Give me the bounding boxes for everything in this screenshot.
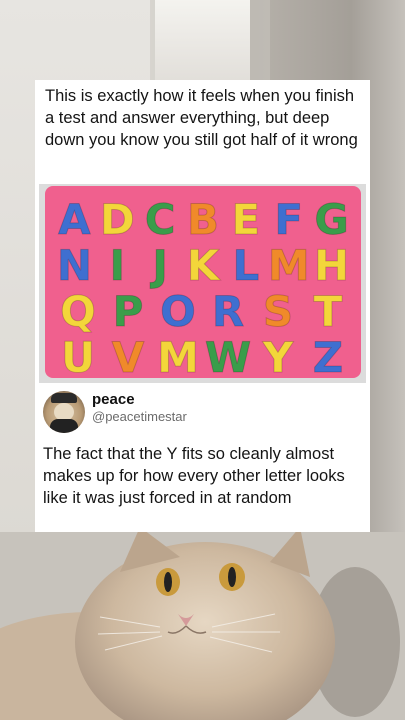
cat-photo bbox=[0, 532, 405, 720]
puzzle-letter-b: B bbox=[187, 195, 219, 244]
background-window bbox=[155, 0, 250, 80]
puzzle-letter-z: Z bbox=[313, 333, 343, 382]
puzzle-image: ADCBEFGNIJKLMHQPORSTUVMWYZ bbox=[35, 180, 370, 387]
puzzle-letter-y: Y bbox=[262, 333, 294, 382]
puzzle-letter-m: M bbox=[157, 333, 199, 382]
post-caption-card: This is exactly how it feels when you fi… bbox=[35, 80, 370, 180]
tweet-author-handle[interactable]: @peacetimestar bbox=[92, 409, 187, 424]
puzzle-letter-a: A bbox=[58, 195, 91, 244]
puzzle-letter-l: L bbox=[232, 241, 259, 290]
puzzle-letter-f: F bbox=[274, 195, 303, 244]
puzzle-letter-h: H bbox=[314, 241, 349, 290]
puzzle-letter-m: M bbox=[268, 241, 310, 290]
post-caption: This is exactly how it feels when you fi… bbox=[45, 87, 358, 149]
puzzle-letter-j: J bbox=[149, 241, 168, 290]
puzzle-letter-v: V bbox=[112, 333, 145, 382]
puzzle-letter-r: R bbox=[212, 287, 244, 336]
puzzle-letter-i: I bbox=[109, 241, 125, 290]
puzzle-letter-t: T bbox=[314, 287, 343, 336]
puzzle-letter-g: G bbox=[314, 195, 348, 244]
puzzle-letter-e: E bbox=[232, 195, 261, 244]
puzzle-letter-k: K bbox=[187, 241, 221, 290]
puzzle-letter-p: P bbox=[113, 287, 144, 336]
avatar[interactable] bbox=[43, 391, 85, 433]
puzzle-letter-q: Q bbox=[60, 287, 96, 336]
cat-illustration bbox=[0, 532, 405, 720]
puzzle-letter-c: C bbox=[145, 195, 176, 244]
puzzle-letter-w: W bbox=[205, 333, 251, 382]
puzzle-letter-d: D bbox=[100, 195, 135, 244]
puzzle-letter-o: O bbox=[160, 287, 196, 336]
puzzle-letter-n: N bbox=[57, 241, 92, 290]
tweet-author-name[interactable]: peace bbox=[92, 391, 135, 408]
tweet-text: The fact that the Y fits so cleanly almo… bbox=[43, 445, 345, 507]
puzzle-letter-s: S bbox=[263, 287, 293, 336]
alphabet-puzzle-photo: A D C B E F GN I J K L M HQ P O R S TU V M W Y Z bbox=[39, 184, 366, 383]
puzzle-letter-u: U bbox=[61, 333, 95, 382]
tweet-card: peace @peacetimestar The fact that the Y… bbox=[35, 385, 370, 532]
